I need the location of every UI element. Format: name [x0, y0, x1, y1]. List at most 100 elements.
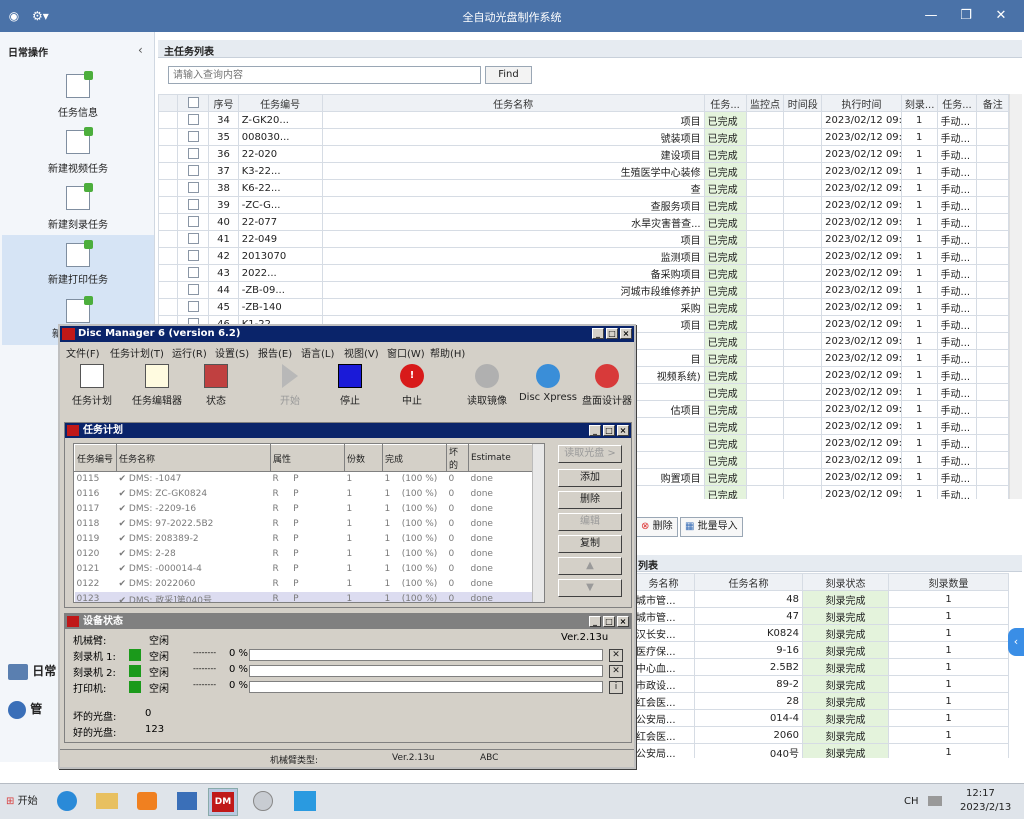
table-row[interactable]: 红会医... 2060 刻录完成 1 [632, 726, 1009, 744]
row-checkbox[interactable] [176, 179, 210, 197]
select-all-checkbox[interactable] [176, 94, 210, 112]
tray-icon[interactable] [928, 796, 942, 806]
table-row[interactable]: 0123 ✔ DMS: 政采]第040号 R P11 (100 %) 0 done [74, 591, 533, 602]
sidebar-item-task-info[interactable]: 任务信息 [2, 70, 154, 124]
sidebar-section-daily[interactable]: 日常 [8, 662, 56, 680]
ie-icon[interactable] [52, 788, 82, 816]
main-table-scrollbar[interactable] [1009, 94, 1022, 499]
add-task-button[interactable]: 添加 [558, 469, 622, 487]
row-checkbox[interactable] [176, 162, 210, 180]
dm-read-image-button[interactable]: 读取镜像 [456, 362, 518, 408]
edit-task-button[interactable]: 编辑 [558, 513, 622, 531]
dm-start-button[interactable]: 开始 [262, 362, 318, 408]
table-row[interactable]: 39-ZC-G...查服务项目已完成2023/02/12 09:4...1手动.… [158, 196, 1009, 214]
device-close-icon[interactable]: × [617, 616, 629, 627]
table-row[interactable]: 0116 ✔ DMS: ZC-GK0824 R P11 (100 %) 0 done [75, 487, 533, 502]
dm-task-editor-button[interactable]: 任务编辑器 [126, 362, 188, 408]
table-row[interactable]: 4022-077水旱灾害普查...已完成2023/02/12 09:4...1手… [158, 213, 1009, 231]
start-button[interactable]: ⊞ 开始 [2, 790, 42, 814]
dm-menu-file[interactable]: 文件(F) [66, 345, 100, 360]
collapse-chevron-icon[interactable]: ‹ [138, 43, 143, 57]
sidebar-item-new-video-task[interactable]: 新建视频任务 [2, 126, 154, 180]
dm-abort-button[interactable]: ! 中止 [384, 362, 440, 408]
delete-task-button[interactable]: 删除 [558, 491, 622, 509]
move-up-button[interactable]: ▲ [558, 557, 622, 575]
table-row[interactable]: 公安局... 040号 刻录完成 1 [632, 743, 1009, 758]
table-row[interactable]: 38K6-22...查已完成2023/02/12 09:4...1手动... [158, 179, 1009, 197]
table-row[interactable]: 35008030...號装项目已完成2023/02/12 09:4...1手动.… [158, 128, 1009, 146]
minimize-icon[interactable]: — [920, 7, 942, 25]
table-row[interactable]: 中心血... 2.5B2 刻录完成 1 [632, 658, 1009, 676]
dm-minimize-icon[interactable]: _ [592, 328, 604, 339]
task-minimize-icon[interactable]: _ [589, 425, 601, 436]
dm-menu-run[interactable]: 运行(R) [172, 345, 207, 360]
sidebar-item-new-print-task[interactable]: 新建打印任务 [2, 235, 154, 291]
dm-close-icon[interactable]: × [620, 328, 632, 339]
burner1-close-icon[interactable]: ✕ [609, 649, 623, 662]
dm-schedule-button[interactable]: 任务计划 [64, 362, 120, 408]
table-row[interactable]: 44-ZB-09...河城市段维修养护已完成2023/02/12 09:4...… [158, 281, 1009, 299]
sidebar-item-new-burn-task[interactable]: 新建刻录任务 [2, 182, 154, 236]
copy-task-button[interactable]: 复制 [558, 535, 622, 553]
table-row[interactable]: 汉长安... K0824 刻录完成 1 [632, 624, 1009, 642]
table-row[interactable]: 0119 ✔ DMS: 208389-2 R P11 (100 %) 0 done [75, 532, 533, 547]
app-taskbar-icon[interactable] [290, 788, 320, 816]
dm-menu-help[interactable]: 帮助(H) [430, 345, 465, 360]
dm-disc-xpress-button[interactable]: Disc Xpress [518, 362, 578, 408]
table-row[interactable]: 0121 ✔ DMS: -000014-4 R P11 (100 %) 0 done [75, 562, 533, 577]
dm-maximize-icon[interactable]: □ [606, 328, 618, 339]
batch-import-button[interactable]: ▦ 批量导入 [680, 517, 743, 537]
device-maximize-icon[interactable]: □ [603, 616, 615, 627]
task-maximize-icon[interactable]: □ [603, 425, 615, 436]
table-row[interactable]: 34Z-GK20...项目已完成2023/02/12 09:4...1手动... [158, 111, 1009, 129]
table-row[interactable]: 45-ZB-140采购已完成2023/02/12 09:4...1手动... [158, 298, 1009, 316]
table-row[interactable]: 0118 ✔ DMS: 97-2022.5B2 R P11 (100 %) 0 done [75, 517, 533, 532]
folder-icon[interactable] [92, 788, 122, 816]
move-down-button[interactable]: ▼ [558, 579, 622, 597]
table-row[interactable]: 市政设... 89-2 刻录完成 1 [632, 675, 1009, 693]
burner2-close-icon[interactable]: ✕ [609, 665, 623, 678]
printer-info-icon[interactable]: i [609, 681, 623, 694]
task-close-icon[interactable]: × [617, 425, 629, 436]
dm-menu-schedule[interactable]: 任务计划(T) [110, 345, 164, 360]
table-row[interactable]: 3622-020建设项目已完成2023/02/12 09:4...1手动... [158, 145, 1009, 163]
row-checkbox[interactable] [176, 264, 210, 282]
dm-status-button[interactable]: 状态 [188, 362, 244, 408]
table-row[interactable]: 城市管... 48 刻录完成 1 [632, 590, 1009, 608]
dm-stop-button[interactable]: 停止 [322, 362, 378, 408]
find-button[interactable]: Find [485, 66, 532, 84]
dm-menu-settings[interactable]: 设置(S) [215, 345, 249, 360]
side-expand-icon[interactable]: ‹ [1008, 628, 1024, 656]
maximize-icon[interactable]: ❐ [955, 7, 977, 25]
device-minimize-icon[interactable]: _ [589, 616, 601, 627]
row-checkbox[interactable] [176, 281, 210, 299]
table-row[interactable]: 37K3-22...生殖医学中心装修已完成2023/02/12 09:4...1… [158, 162, 1009, 180]
delete-button[interactable]: ⊗ 删除 [636, 517, 678, 537]
table-row[interactable]: 医疗保... 9-16 刻录完成 1 [632, 641, 1009, 659]
row-checkbox[interactable] [176, 213, 210, 231]
row-checkbox[interactable] [176, 298, 210, 316]
table-row[interactable]: 432022...备采购项目已完成2023/02/12 09:4...1手动..… [158, 264, 1009, 282]
row-checkbox[interactable] [176, 247, 210, 265]
table-row[interactable]: 4122-049项目已完成2023/02/12 09:4...1手动... [158, 230, 1009, 248]
read-disc-button[interactable]: 读取光盘 > [558, 445, 622, 463]
dm-menu-report[interactable]: 报告(E) [258, 345, 292, 360]
language-indicator[interactable]: CH [904, 796, 919, 807]
disc-icon[interactable] [248, 788, 278, 816]
dm-menu-language[interactable]: 语言(L) [301, 345, 334, 360]
row-checkbox[interactable] [176, 145, 210, 163]
media-player-icon[interactable] [132, 788, 162, 816]
search-input[interactable] [168, 66, 481, 84]
row-checkbox[interactable] [176, 128, 210, 146]
table-row[interactable]: 公安局... 014-4 刻录完成 1 [632, 709, 1009, 727]
table-row[interactable]: 红会医... 28 刻录完成 1 [632, 692, 1009, 710]
disc-manager-taskbar-icon[interactable]: DM [208, 788, 238, 816]
row-checkbox[interactable] [176, 111, 210, 129]
table-row[interactable]: 0115 ✔ DMS: -1047 R P11 (100 %) 0 done [75, 472, 533, 487]
close-icon[interactable]: ✕ [990, 7, 1012, 25]
table-row[interactable]: 城市管... 47 刻录完成 1 [632, 607, 1009, 625]
table-row[interactable]: 0122 ✔ DMS: 2022060 R P11 (100 %) 0 done [75, 577, 533, 592]
dm-label-designer-button[interactable]: 盘面设计器 [578, 362, 636, 408]
sidebar-section-manage[interactable]: 管 [8, 700, 42, 719]
task-list-scrollbar[interactable] [532, 444, 544, 602]
